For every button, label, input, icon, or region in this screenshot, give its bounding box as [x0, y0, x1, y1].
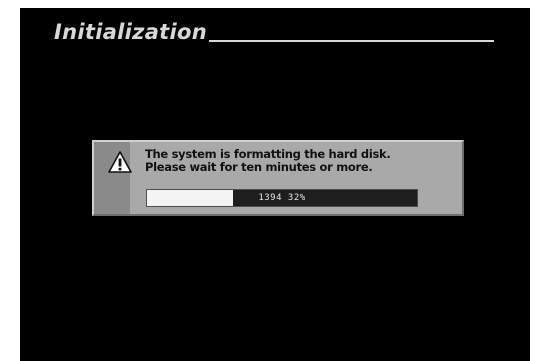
header: Initialization [54, 22, 494, 43]
progress-bar: 1394 32% [146, 189, 418, 207]
status-dialog: The system is formatting the hard disk. … [92, 140, 464, 216]
message-line-2: Please wait for ten minutes or more. [145, 160, 373, 174]
screen: Initialization The system is formatting … [20, 8, 530, 361]
warning-icon [108, 150, 132, 174]
page-title: Initialization [54, 20, 207, 44]
dialog-message: The system is formatting the hard disk. … [145, 148, 391, 174]
progress-label: 1394 32% [258, 193, 306, 203]
title-underline [208, 40, 494, 42]
